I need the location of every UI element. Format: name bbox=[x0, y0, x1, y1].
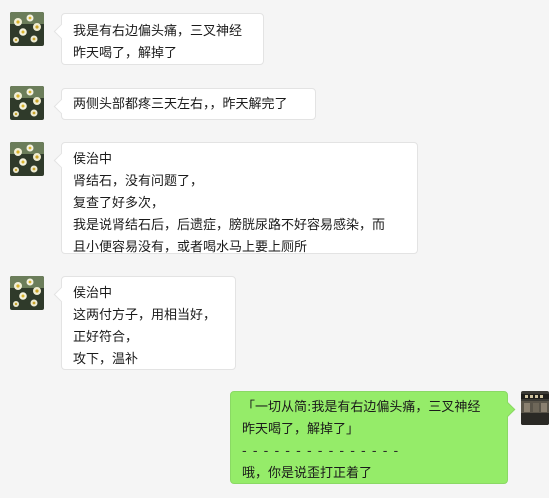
contact-avatar[interactable] bbox=[10, 86, 44, 120]
flower-avatar-icon bbox=[10, 142, 44, 176]
my-avatar[interactable] bbox=[521, 391, 549, 425]
message-text: 我是说肾结石后，后遗症，膀胱尿路不好容易感染，而 bbox=[73, 218, 386, 233]
message-bubble[interactable]: 我是有右边偏头痛，三叉神经 昨天喝了，解掉了 bbox=[61, 13, 264, 65]
message-text: 哦，你是说歪打正着了 bbox=[242, 466, 373, 481]
quoted-text: 「一切从简:我是有右边偏头痛，三叉神经 bbox=[242, 400, 481, 415]
outgoing-message-bubble[interactable]: 「一切从简:我是有右边偏头痛，三叉神经 昨天喝了，解掉了」 - - - - - … bbox=[230, 391, 508, 484]
sender-name: 侯治中 bbox=[73, 152, 113, 167]
message-text: 攻下，温补 bbox=[73, 352, 139, 367]
building-avatar-icon bbox=[521, 391, 549, 425]
flower-avatar-icon bbox=[10, 276, 44, 310]
message-text: 正好符合， bbox=[73, 330, 139, 345]
message-text: 且小便容易没有，或者喝水马上要上厕所 bbox=[73, 240, 308, 255]
contact-avatar[interactable] bbox=[10, 12, 44, 46]
quoted-text: 昨天喝了，解掉了」 bbox=[242, 422, 360, 437]
message-text: 这两付方子，用相当好， bbox=[73, 308, 217, 323]
message-text: 昨天喝了，解掉了 bbox=[73, 46, 178, 61]
contact-avatar[interactable] bbox=[10, 276, 44, 310]
flower-avatar-icon bbox=[10, 12, 44, 46]
contact-avatar[interactable] bbox=[10, 142, 44, 176]
message-text: 两侧头部都疼三天左右，，昨天解完了 bbox=[73, 97, 288, 112]
message-text: 复查了好多次， bbox=[73, 196, 165, 211]
message-text: 肾结石，没有问题了， bbox=[73, 174, 204, 189]
message-text: 我是有右边偏头痛，三叉神经 bbox=[73, 24, 243, 39]
message-bubble[interactable]: 两侧头部都疼三天左右，，昨天解完了 bbox=[61, 88, 316, 120]
quote-divider: - - - - - - - - - - - - - - - bbox=[242, 444, 400, 459]
flower-avatar-icon bbox=[10, 86, 44, 120]
message-bubble[interactable]: 侯治中 这两付方子，用相当好， 正好符合， 攻下，温补 bbox=[61, 276, 236, 370]
sender-name: 侯治中 bbox=[73, 286, 113, 301]
message-bubble[interactable]: 侯治中 肾结石，没有问题了， 复查了好多次， 我是说肾结石后，后遗症，膀胱尿路不… bbox=[61, 142, 418, 255]
